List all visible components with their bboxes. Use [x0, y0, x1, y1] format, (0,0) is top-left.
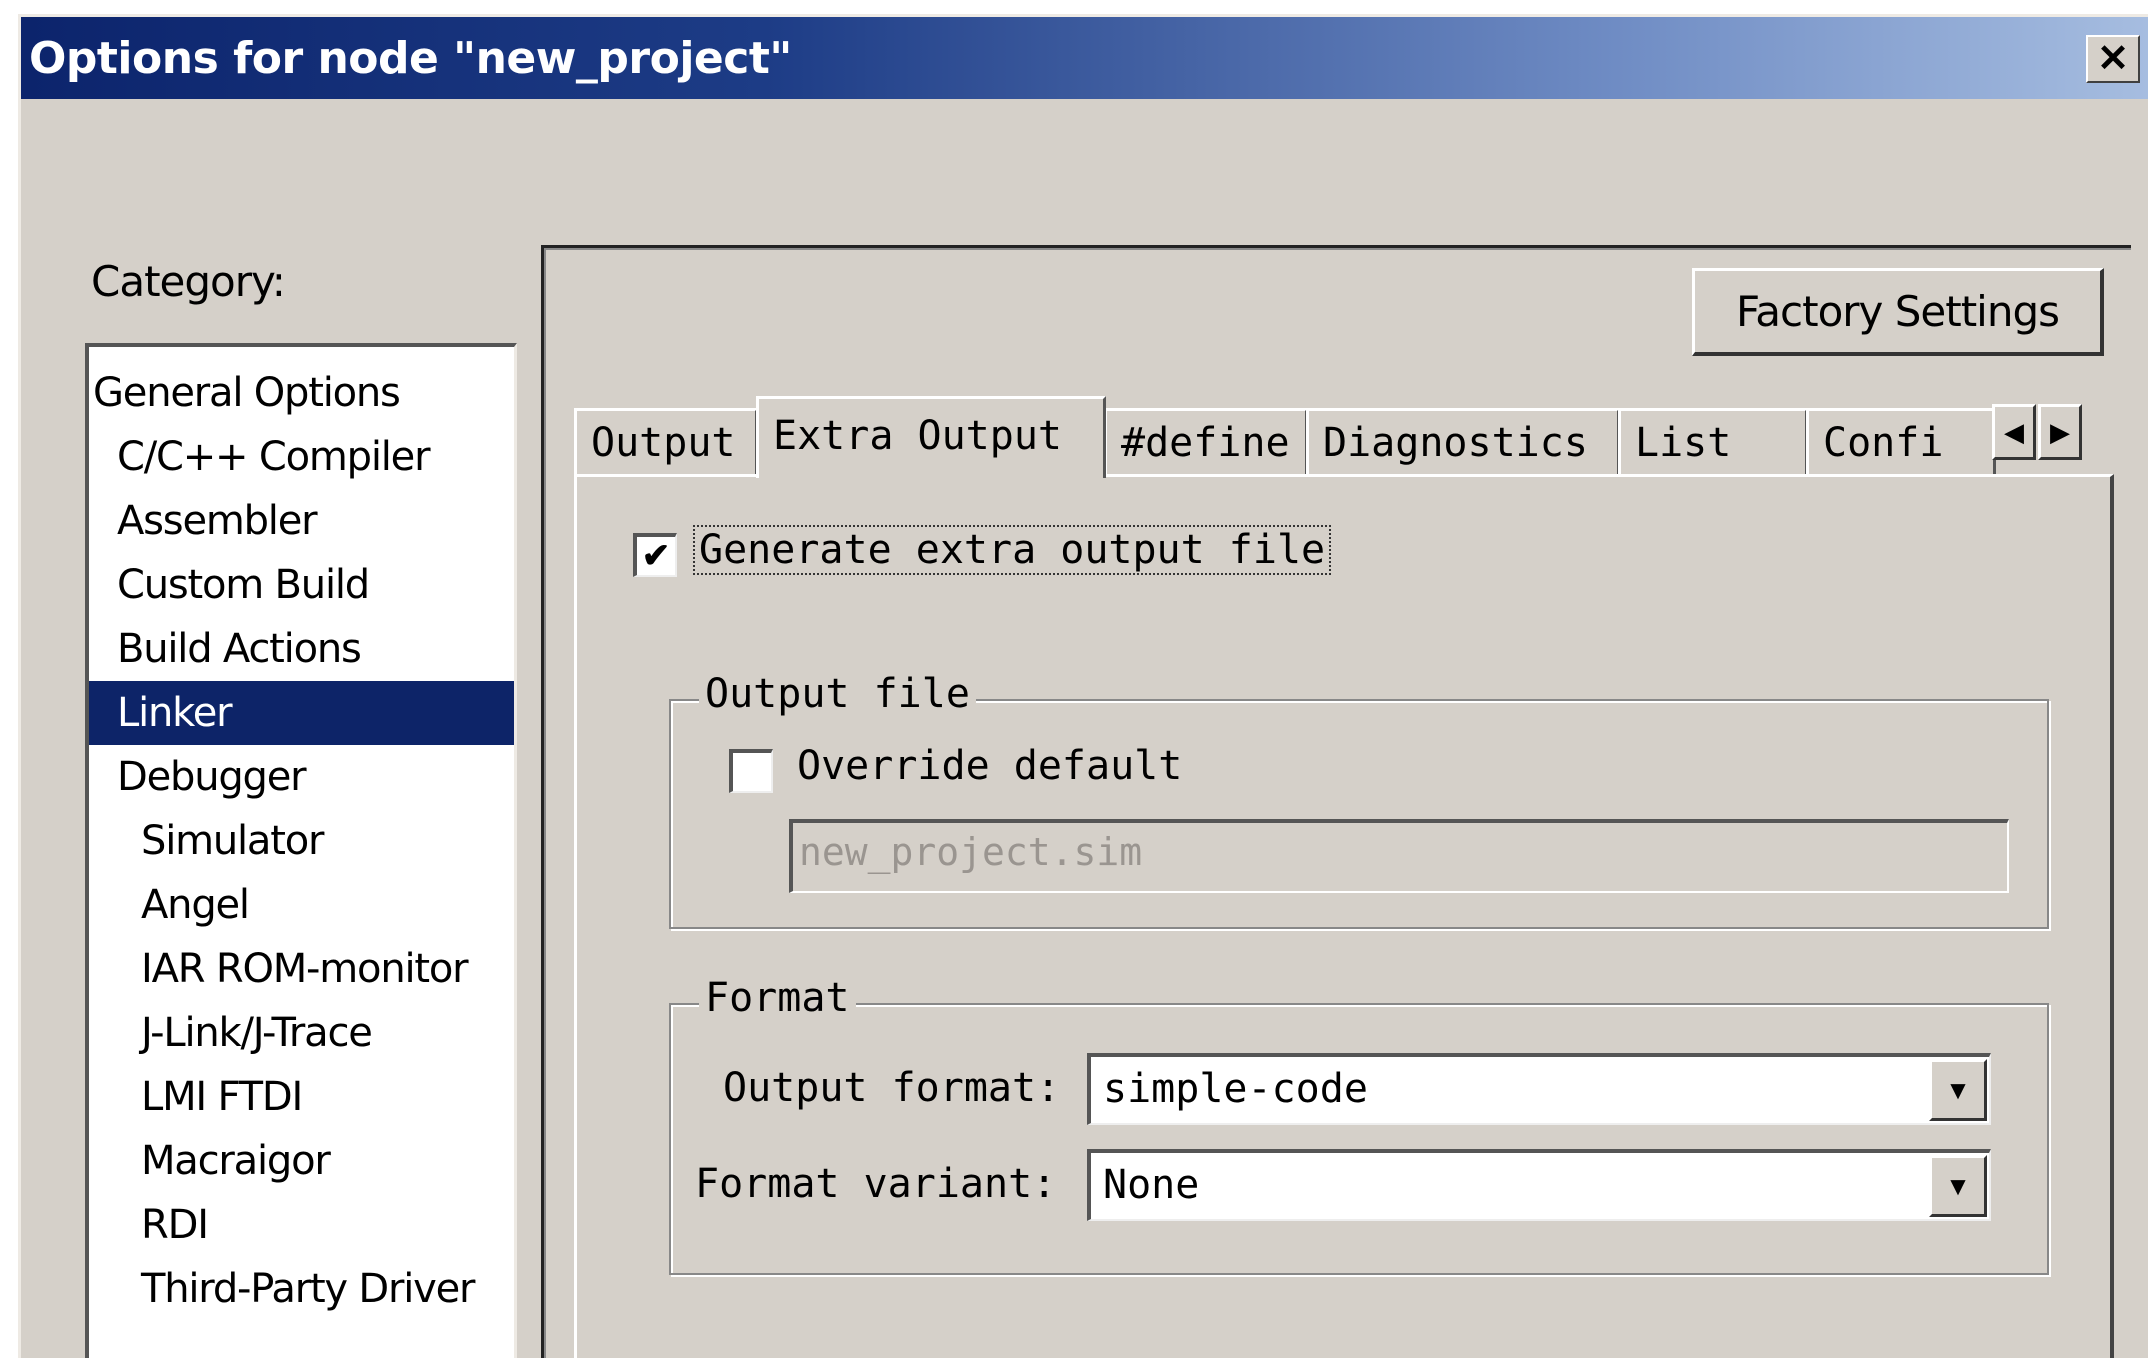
tab-output[interactable]: Output [574, 408, 758, 474]
factory-settings-button[interactable]: Factory Settings [1692, 268, 2104, 356]
generate-extra-output-label[interactable]: Generate extra output file [693, 525, 1332, 575]
category-item-debugger[interactable]: Debugger [89, 745, 514, 809]
output-file-group: Output file Override default new_project… [669, 671, 2049, 929]
format-variant-label: Format variant: [695, 1161, 1057, 1207]
override-default-label[interactable]: Override default [797, 743, 1182, 789]
tab-define[interactable]: #define [1104, 408, 1308, 474]
category-item-third-party-driver[interactable]: Third-Party Driver [89, 1257, 514, 1321]
output-format-select[interactable]: simple-code ▼ [1087, 1053, 1991, 1125]
output-file-group-title: Output file [699, 671, 976, 717]
close-button[interactable]: ✕ [2086, 35, 2140, 83]
generate-extra-output-text: Generate extra output file [693, 525, 1332, 575]
tab-strip: Output Extra Output #define Diagnostics … [574, 396, 2114, 478]
override-default-checkbox[interactable] [729, 749, 773, 793]
extra-output-page: ✔ Generate extra output file Output file… [574, 474, 2114, 1358]
output-format-dropdown-button[interactable]: ▼ [1929, 1059, 1987, 1121]
close-icon: ✕ [2097, 38, 2129, 80]
category-label: Category: [91, 257, 286, 306]
tab-scroll-left-button[interactable]: ◀ [1992, 404, 2036, 460]
category-item-linker[interactable]: Linker [89, 681, 514, 745]
generate-extra-output-checkbox[interactable]: ✔ [633, 533, 677, 577]
category-item-c-cpp-compiler[interactable]: C/C++ Compiler [89, 425, 514, 489]
category-item-iar-rom-monitor[interactable]: IAR ROM-monitor [89, 937, 514, 1001]
category-item-simulator[interactable]: Simulator [89, 809, 514, 873]
category-item-general-options[interactable]: General Options [89, 361, 514, 425]
arrow-left-icon: ◀ [2004, 416, 2024, 447]
category-item-rdi[interactable]: RDI [89, 1193, 514, 1257]
output-format-label: Output format: [723, 1065, 1061, 1111]
category-item-angel[interactable]: Angel [89, 873, 514, 937]
output-filename-field[interactable]: new_project.sim [789, 819, 2009, 893]
category-list[interactable]: General Options C/C++ Compiler Assembler… [85, 343, 517, 1358]
options-dialog: Options for node "new_project" ✕ Categor… [18, 14, 2148, 1358]
format-group: Format Output format: simple-code ▼ Form… [669, 975, 2049, 1275]
checkmark-icon: ✔ [641, 537, 671, 575]
category-item-assembler[interactable]: Assembler [89, 489, 514, 553]
format-group-title: Format [699, 975, 856, 1021]
category-item-lmi-ftdi[interactable]: LMI FTDI [89, 1065, 514, 1129]
title-bar[interactable]: Options for node "new_project" ✕ [21, 17, 2148, 99]
tab-extra-output[interactable]: Extra Output [756, 396, 1106, 478]
tab-scroll-right-button[interactable]: ▶ [2038, 404, 2082, 460]
category-item-build-actions[interactable]: Build Actions [89, 617, 514, 681]
format-variant-value: None [1103, 1162, 1200, 1208]
options-panel: Factory Settings Output Extra Output #de… [541, 245, 2131, 1358]
output-format-value: simple-code [1103, 1066, 1368, 1112]
category-item-jlink-jtrace[interactable]: J-Link/J-Trace [89, 1001, 514, 1065]
format-variant-select[interactable]: None ▼ [1087, 1149, 1991, 1221]
category-item-custom-build[interactable]: Custom Build [89, 553, 514, 617]
tab-list[interactable]: List [1618, 408, 1808, 474]
format-variant-dropdown-button[interactable]: ▼ [1929, 1155, 1987, 1217]
chevron-down-icon: ▼ [1945, 1074, 1971, 1105]
tab-config[interactable]: Confi [1806, 408, 1996, 474]
category-item-macraigor[interactable]: Macraigor [89, 1129, 514, 1193]
dialog-title: Options for node "new_project" [29, 33, 792, 84]
chevron-down-icon: ▼ [1945, 1170, 1971, 1201]
tab-diagnostics[interactable]: Diagnostics [1306, 408, 1620, 474]
arrow-right-icon: ▶ [2050, 416, 2070, 447]
